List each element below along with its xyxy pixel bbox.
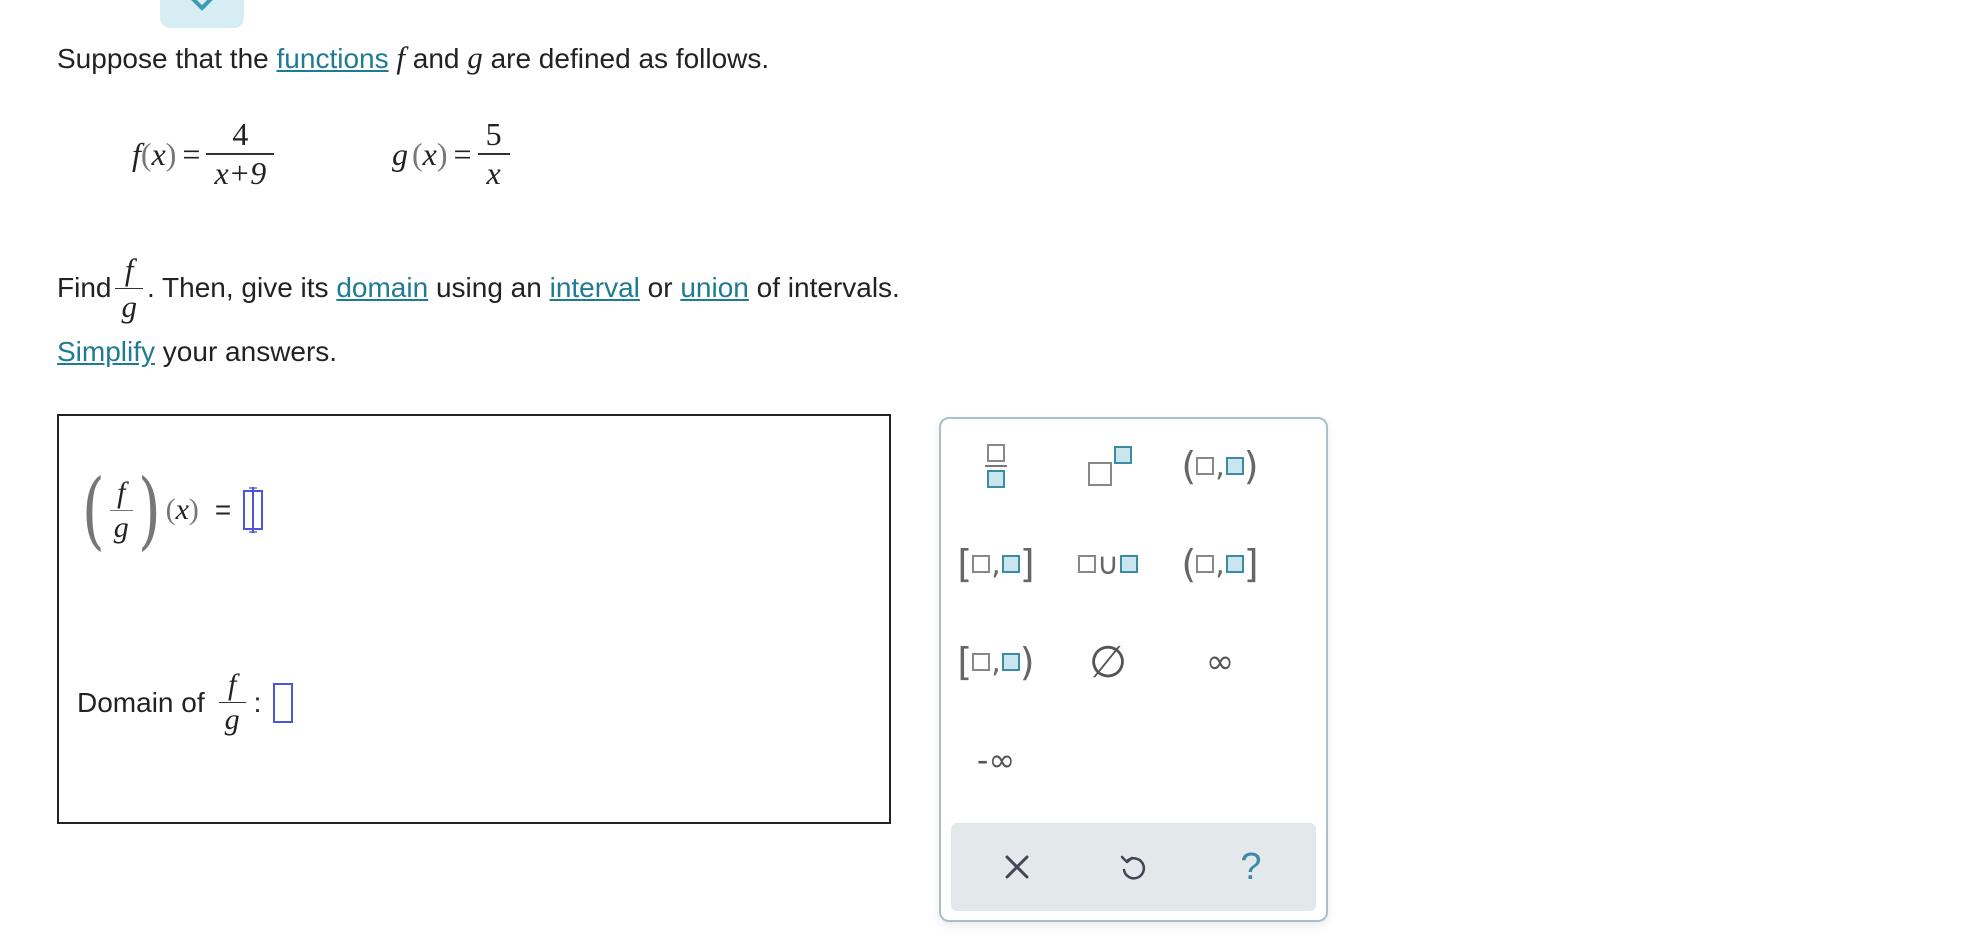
collapse-tab[interactable] xyxy=(160,0,244,28)
f-name: f xyxy=(132,135,141,172)
find-frac-num: f xyxy=(124,251,134,287)
open-interval-button[interactable]: (,) xyxy=(1165,431,1275,501)
f-definition: f(x) = 4 x+9 xyxy=(132,116,275,192)
math-palette: (,) [,] ∪ (,] [,) ∅ ∞ -∞ ? xyxy=(939,417,1328,922)
quotient-arg: (x) xyxy=(165,493,199,526)
find-instruction: Find f g . Then, give its domain using a… xyxy=(57,243,900,333)
empty-set-button[interactable]: ∅ xyxy=(1053,627,1163,697)
of-intervals-text: of intervals. xyxy=(756,272,900,303)
negative-infinity-button[interactable]: -∞ xyxy=(941,725,1051,795)
right-open-interval-button[interactable]: [,) xyxy=(941,627,1051,697)
union-link[interactable]: union xyxy=(680,272,749,304)
g-numerator: 5 xyxy=(485,116,502,152)
g-name: g xyxy=(392,135,408,172)
f-fraction: 4 x+9 xyxy=(206,116,275,192)
f-numerator: 4 xyxy=(232,116,249,152)
close-icon xyxy=(1005,855,1029,879)
undo-button[interactable] xyxy=(1083,823,1183,911)
simplify-instruction: Simplify your answers. xyxy=(57,336,337,368)
using-text: using an xyxy=(435,272,542,303)
palette-action-bar: ? xyxy=(951,823,1316,911)
find-frac-den: g xyxy=(121,288,137,324)
domain-fraction: f g xyxy=(218,668,246,737)
g-fraction: 5 x xyxy=(477,116,510,192)
your-answers-text: your answers. xyxy=(162,336,338,367)
domain-colon: : xyxy=(253,686,262,718)
then-text: . Then, give its xyxy=(146,272,329,303)
help-icon: ? xyxy=(1240,845,1262,888)
negative-infinity-icon: -∞ xyxy=(976,741,1016,779)
or-text: or xyxy=(647,272,673,303)
quotient-expression: ( f g ) (x) = xyxy=(77,468,264,552)
quotient-var: x xyxy=(175,493,189,526)
domain-row: Domain of f g : xyxy=(77,668,294,737)
chevron-down-icon xyxy=(191,0,213,11)
left-open-interval-button[interactable]: (,] xyxy=(1165,529,1275,599)
empty-set-icon: ∅ xyxy=(1088,636,1128,688)
quotient-den: g xyxy=(113,510,129,544)
quotient-num: f xyxy=(117,475,126,509)
find-fraction: f g xyxy=(115,252,143,325)
and-text: and xyxy=(412,43,460,74)
intro-text-end: are defined as follows. xyxy=(490,43,770,74)
domain-answer-input[interactable] xyxy=(273,682,294,723)
fraction-button[interactable] xyxy=(941,431,1051,501)
superscript-button[interactable] xyxy=(1053,431,1163,501)
f-symbol: f xyxy=(396,40,405,75)
quotient-fraction: f g xyxy=(109,475,133,545)
infinity-icon: ∞ xyxy=(1205,642,1235,682)
problem-intro: Suppose that the functions f and g are d… xyxy=(57,40,769,76)
domain-label: Domain of xyxy=(77,686,205,718)
find-text: Find xyxy=(57,272,112,303)
equals-sign: = xyxy=(214,494,232,525)
g-symbol: g xyxy=(467,40,483,75)
domain-frac-num: f xyxy=(227,668,237,701)
undo-icon xyxy=(1120,855,1146,880)
domain-link[interactable]: domain xyxy=(336,272,428,304)
quotient-answer-input[interactable] xyxy=(243,487,264,533)
domain-frac-den: g xyxy=(224,703,240,736)
intro-text: Suppose that the xyxy=(57,43,269,74)
g-var: x xyxy=(422,135,437,172)
clear-button[interactable] xyxy=(967,823,1067,911)
g-denominator: x xyxy=(486,155,501,191)
union-button[interactable]: ∪ xyxy=(1053,529,1163,599)
functions-link[interactable]: functions xyxy=(277,43,389,74)
interval-link[interactable]: interval xyxy=(550,272,640,304)
answer-box: ( f g ) (x) = Domain of f g : xyxy=(57,414,891,824)
infinity-button[interactable]: ∞ xyxy=(1165,627,1275,697)
help-button[interactable]: ? xyxy=(1201,823,1301,911)
f-var: x xyxy=(151,135,166,172)
g-definition: g(x) = 5 x xyxy=(392,116,510,192)
f-denominator: x+9 xyxy=(214,155,267,191)
simplify-link[interactable]: Simplify xyxy=(57,336,155,367)
closed-interval-button[interactable]: [,] xyxy=(941,529,1051,599)
